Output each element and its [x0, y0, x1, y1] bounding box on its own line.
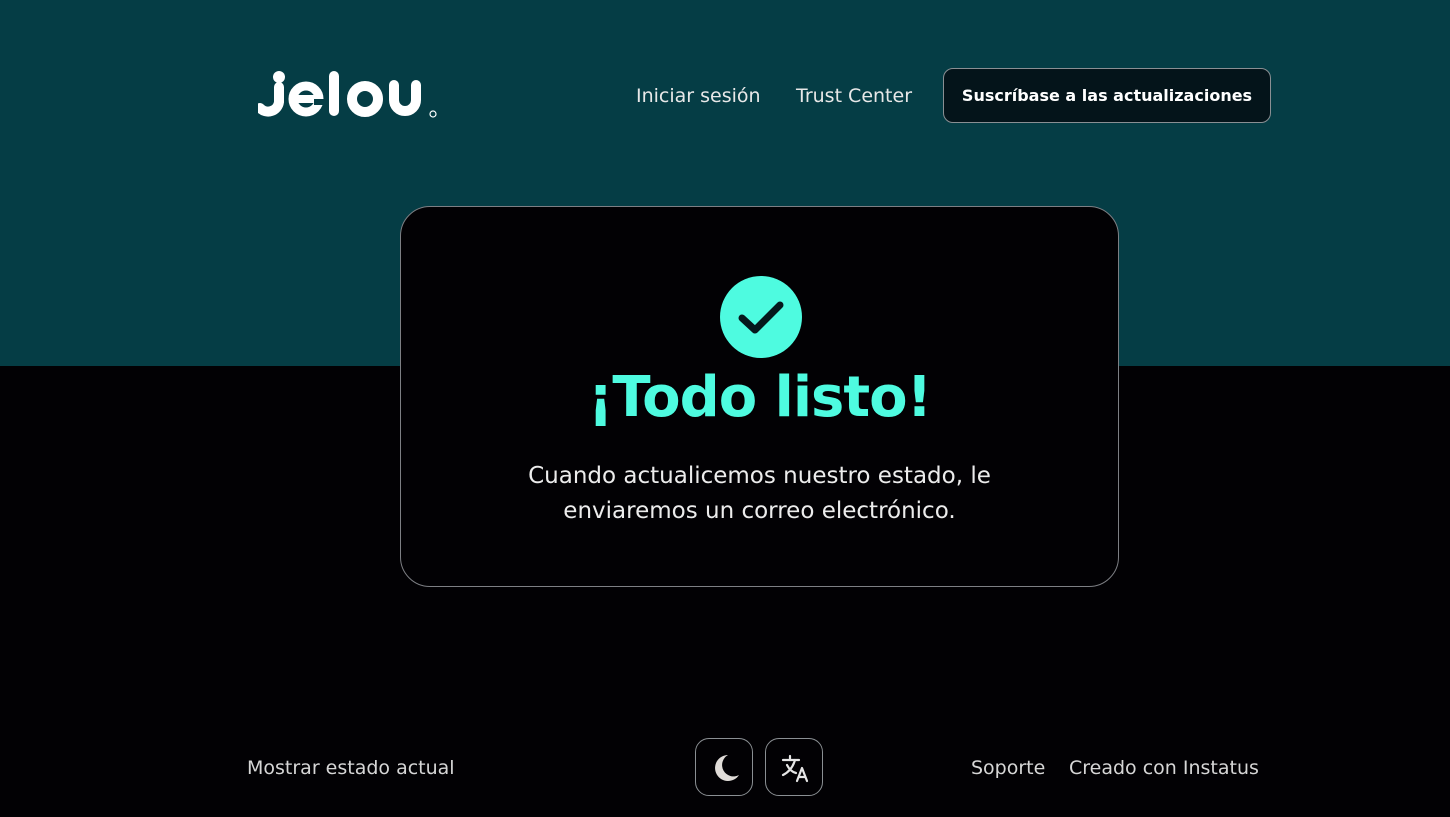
- confirmation-title: ¡Todo listo!: [587, 365, 932, 430]
- confirmation-card: ¡Todo listo! Cuando actualicemos nuestro…: [400, 206, 1119, 587]
- subscribe-button-label: Suscríbase a las actualizaciones: [961, 86, 1253, 105]
- support-link[interactable]: Soporte: [971, 756, 1045, 780]
- moon-icon: [715, 755, 739, 781]
- show-current-status-link[interactable]: Mostrar estado actual: [247, 756, 455, 780]
- check-icon: [720, 276, 802, 358]
- trust-center-link[interactable]: Trust Center: [796, 84, 912, 108]
- confirmation-message: Cuando actualicemos nuestro estado, le e…: [528, 463, 991, 524]
- jelou-logo[interactable]: [255, 68, 440, 122]
- status-page: Iniciar sesión Trust Center Suscríbase a…: [0, 0, 1450, 817]
- subscribe-button[interactable]: Suscríbase a las actualizaciones: [943, 68, 1271, 123]
- made-with-instatus-link[interactable]: Creado con Instatus: [1069, 756, 1259, 780]
- theme-toggle-button[interactable]: [695, 738, 753, 796]
- login-link[interactable]: Iniciar sesión: [636, 84, 761, 108]
- language-button[interactable]: [765, 738, 823, 796]
- translate-icon: [781, 754, 809, 783]
